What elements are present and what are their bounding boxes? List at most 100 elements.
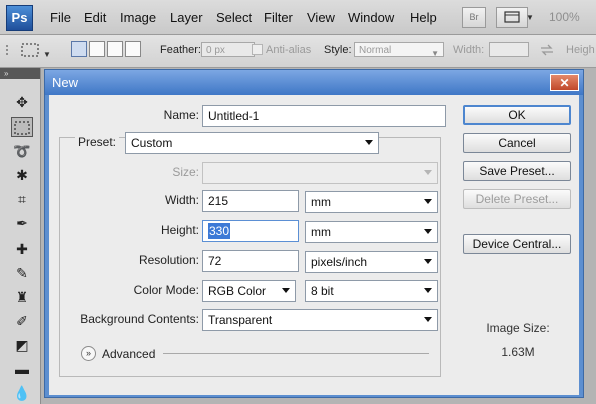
- clone-stamp-tool-icon[interactable]: ♜: [11, 287, 33, 307]
- add-to-selection-button[interactable]: [89, 41, 105, 57]
- style-value: Normal: [359, 45, 392, 56]
- lasso-tool-icon[interactable]: ➰: [11, 141, 33, 161]
- delete-preset-button[interactable]: Delete Preset...: [463, 189, 571, 209]
- style-label: Style:: [324, 44, 352, 56]
- advanced-expand-icon[interactable]: »: [81, 346, 96, 361]
- bridge-button[interactable]: Br: [462, 7, 486, 28]
- bit-depth-select[interactable]: 8 bit: [305, 280, 438, 302]
- resolution-label: Resolution:: [138, 253, 199, 267]
- chevron-down-icon: [424, 317, 432, 322]
- height-unit-value: mm: [311, 225, 331, 239]
- new-selection-button[interactable]: [71, 41, 87, 57]
- height-label: Heigh: [566, 44, 595, 56]
- grip-icon: [6, 45, 8, 55]
- bit-depth-value: 8 bit: [311, 284, 334, 298]
- chevron-down-icon: [282, 288, 290, 293]
- close-button[interactable]: ✕: [550, 74, 579, 91]
- height-unit-select[interactable]: mm: [305, 221, 438, 243]
- options-bar: ▼ Feather: 0 px Anti-alias Style: Normal…: [0, 35, 596, 68]
- ok-button[interactable]: OK: [463, 105, 571, 125]
- resolution-unit-select[interactable]: pixels/inch: [305, 251, 438, 273]
- marquee-preset-icon[interactable]: [21, 43, 39, 57]
- history-brush-tool-icon[interactable]: ✐: [11, 311, 33, 331]
- width-unit-value: mm: [311, 195, 331, 209]
- width-label: Width:: [453, 44, 485, 56]
- menu-file[interactable]: File: [50, 10, 71, 25]
- view-extras-button[interactable]: [496, 7, 528, 28]
- cancel-button[interactable]: Cancel: [463, 133, 571, 153]
- chevron-down-icon: ▼: [43, 50, 51, 59]
- chevron-down-icon: [365, 140, 373, 145]
- height-value-selected: 330: [208, 223, 231, 239]
- style-select[interactable]: Normal ▼: [354, 42, 444, 58]
- color-mode-select[interactable]: RGB Color: [202, 280, 296, 302]
- dialog-title: New: [52, 75, 79, 90]
- dialog-title-bar[interactable]: New ✕: [45, 70, 583, 95]
- menu-image[interactable]: Image: [120, 10, 156, 25]
- crop-tool-icon[interactable]: ⌗: [11, 189, 33, 209]
- chevron-down-icon: [424, 229, 432, 234]
- antialias-checkbox[interactable]: [252, 44, 263, 55]
- resolution-input[interactable]: 72: [202, 250, 299, 272]
- menu-filter[interactable]: Filter: [264, 10, 293, 25]
- image-size-value: 1.63M: [501, 345, 535, 359]
- eyedropper-tool-icon[interactable]: ✒: [11, 213, 33, 233]
- subtract-selection-button[interactable]: [107, 41, 123, 57]
- menu-layer[interactable]: Layer: [170, 10, 203, 25]
- chevron-down-icon: ▼: [526, 13, 534, 22]
- close-icon: ✕: [559, 76, 570, 90]
- chevron-down-icon: [424, 170, 432, 175]
- height-input[interactable]: 330: [202, 220, 299, 242]
- menu-window[interactable]: Window: [348, 10, 394, 25]
- name-label: Name:: [163, 108, 199, 122]
- menu-view[interactable]: View: [307, 10, 335, 25]
- magic-wand-tool-icon[interactable]: ✱: [11, 165, 33, 185]
- device-central-button[interactable]: Device Central...: [463, 234, 571, 254]
- zoom-level[interactable]: 100%: [549, 10, 580, 24]
- gradient-tool-icon[interactable]: ▬: [11, 359, 33, 379]
- chevron-down-icon: [424, 288, 432, 293]
- save-preset-button[interactable]: Save Preset...: [463, 161, 571, 181]
- width-label: Width:: [164, 193, 199, 207]
- color-mode-label: Color Mode:: [133, 283, 199, 297]
- resolution-unit-value: pixels/inch: [311, 255, 368, 269]
- brush-tool-icon[interactable]: ✎: [11, 263, 33, 283]
- image-size-label: Image Size:: [486, 321, 550, 335]
- menu-select[interactable]: Select: [216, 10, 252, 25]
- preset-label: Preset:: [75, 135, 120, 149]
- marquee-tool-icon[interactable]: [11, 117, 33, 137]
- feather-label: Feather:: [160, 44, 201, 56]
- chevron-down-icon: [424, 199, 432, 204]
- background-contents-label: Background Contents:: [80, 312, 199, 326]
- size-select[interactable]: [202, 162, 438, 184]
- background-contents-value: Transparent: [208, 313, 273, 327]
- height-label: Height:: [160, 223, 199, 237]
- background-contents-select[interactable]: Transparent: [202, 309, 438, 331]
- intersect-selection-button[interactable]: [125, 41, 141, 57]
- panel-collapse-bar[interactable]: »: [0, 68, 40, 79]
- blur-tool-icon[interactable]: 💧: [11, 383, 33, 403]
- antialias-label: Anti-alias: [266, 44, 312, 56]
- advanced-label[interactable]: Advanced: [102, 347, 155, 361]
- menu-help[interactable]: Help: [410, 10, 437, 25]
- size-label: Size:: [172, 165, 199, 179]
- feather-input[interactable]: 0 px: [201, 42, 255, 57]
- dialog-body: Name: Untitled-1 Preset: Custom Size: Wi…: [49, 95, 579, 395]
- preset-value: Custom: [131, 136, 173, 150]
- advanced-divider: [163, 353, 429, 354]
- eraser-tool-icon[interactable]: ◩: [11, 335, 33, 355]
- swap-icon[interactable]: [540, 44, 554, 56]
- move-tool-icon[interactable]: ✥: [11, 92, 33, 112]
- width-input[interactable]: 215: [202, 190, 299, 212]
- menu-edit[interactable]: Edit: [84, 10, 106, 25]
- view-extras-icon: [504, 11, 520, 23]
- menu-bar: Ps File Edit Image Layer Select Filter V…: [0, 0, 596, 35]
- width-unit-select[interactable]: mm: [305, 191, 438, 213]
- chevron-down-icon: ▼: [431, 49, 439, 58]
- width-input[interactable]: [489, 42, 529, 57]
- tools-panel: » ✥ ➰ ✱ ⌗ ✒ ✚ ✎ ♜ ✐ ◩ ▬ 💧: [0, 68, 41, 404]
- preset-select[interactable]: Custom: [125, 132, 379, 154]
- photoshop-logo-icon: Ps: [6, 5, 33, 31]
- healing-brush-tool-icon[interactable]: ✚: [11, 239, 33, 259]
- name-input[interactable]: Untitled-1: [202, 105, 446, 127]
